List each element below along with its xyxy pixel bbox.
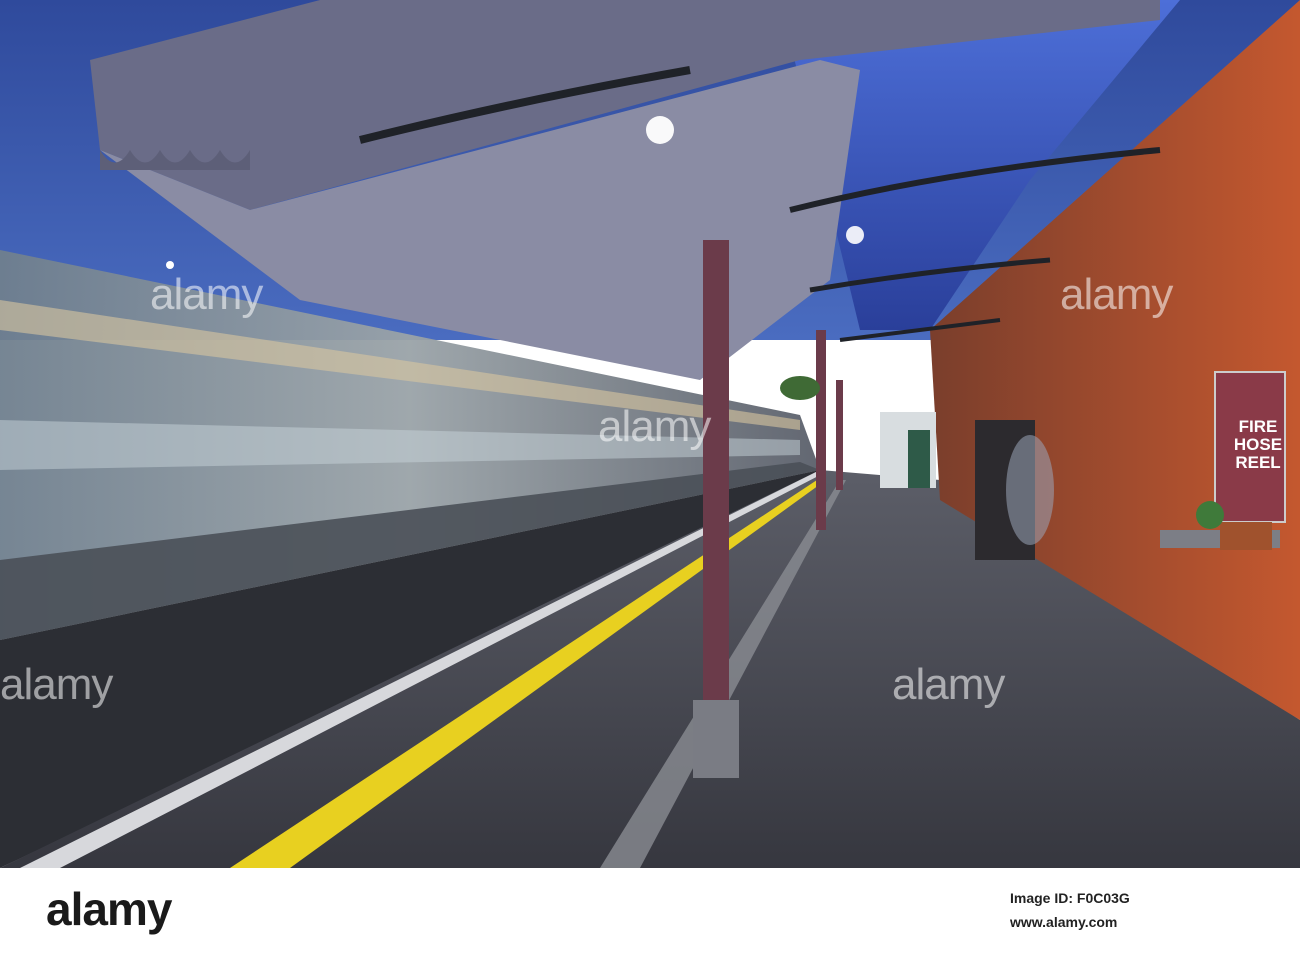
watermark: alamy xyxy=(150,270,263,319)
image-id-text: Image ID: F0C03G xyxy=(1010,890,1130,906)
sign-line-2: HOSE xyxy=(1233,435,1283,454)
sign-line-3: REEL xyxy=(1235,453,1281,472)
cast-iron-column xyxy=(703,240,729,710)
fire-hose-reel-sign: FIRE HOSE REEL xyxy=(1222,418,1294,472)
watermark: alamy xyxy=(1060,270,1173,319)
sign-line-1: FIRE xyxy=(1238,417,1278,436)
site-url-text[interactable]: www.alamy.com xyxy=(1010,914,1117,932)
alamy-logo[interactable]: alamy xyxy=(46,882,172,936)
station-platform-photo: FIRE HOSE REEL alamy alamy alamy alamy a… xyxy=(0,0,1300,868)
stock-footer: alamy Image ID: F0C03G www.alamy.com xyxy=(0,868,1300,956)
blurred-person xyxy=(1006,435,1054,545)
watermark: alamy xyxy=(0,660,113,709)
stock-photo: FIRE HOSE REEL alamy alamy alamy alamy a… xyxy=(0,0,1300,956)
watermark: alamy xyxy=(892,660,1005,709)
watermark: alamy xyxy=(598,402,711,451)
